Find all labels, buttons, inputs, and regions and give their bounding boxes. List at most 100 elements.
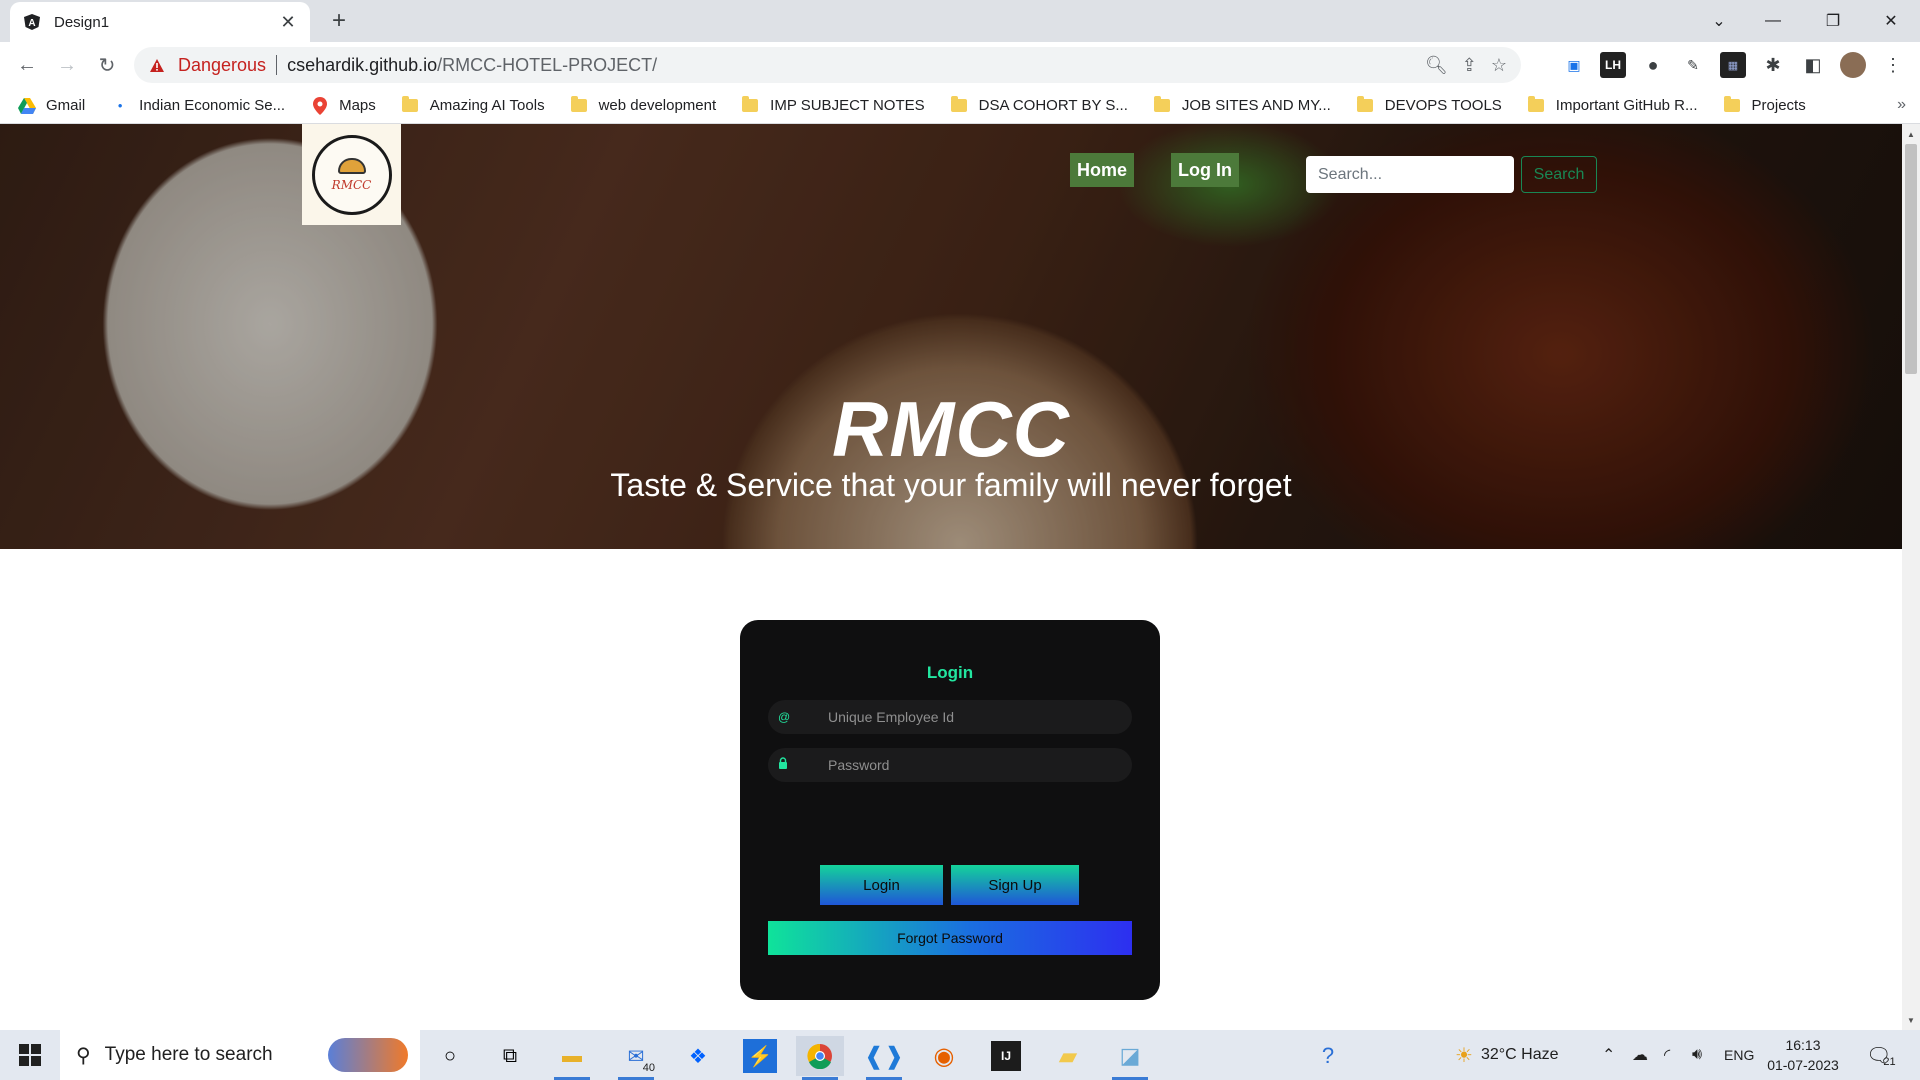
bookmark-folder-ai-tools[interactable]: Amazing AI Tools bbox=[401, 96, 545, 114]
password-input[interactable] bbox=[828, 757, 1108, 773]
site-search-input[interactable] bbox=[1306, 156, 1514, 193]
powershell-icon[interactable]: ⚡ bbox=[743, 1039, 777, 1073]
employee-id-input[interactable] bbox=[828, 709, 1108, 725]
screen-capture-extension-icon[interactable]: ▣ bbox=[1561, 52, 1587, 78]
search-icon: ⚲ bbox=[76, 1044, 91, 1067]
dropbox-icon[interactable]: ❖ bbox=[674, 1036, 722, 1076]
notifications-icon[interactable]: 🗨 21 bbox=[1866, 1030, 1896, 1080]
bookmark-folder-subject-notes[interactable]: IMP SUBJECT NOTES bbox=[742, 96, 925, 114]
forward-icon[interactable]: → bbox=[52, 50, 82, 80]
url-path: /RMCC-HOTEL-PROJECT/ bbox=[437, 54, 658, 75]
page-viewport: RMCC Home Log In Search RMCC Taste & Ser… bbox=[0, 124, 1902, 1030]
search-highlight-image bbox=[328, 1038, 408, 1072]
cortana-icon[interactable]: ○ bbox=[426, 1036, 474, 1076]
page-scrollbar[interactable]: ▲ ▼ bbox=[1902, 124, 1920, 1030]
bookmark-folder-github[interactable]: Important GitHub R... bbox=[1527, 96, 1698, 114]
help-icon[interactable]: ? bbox=[1304, 1036, 1352, 1076]
weather-text: 32°C Haze bbox=[1480, 1046, 1559, 1063]
firefox-icon[interactable]: ◉ bbox=[920, 1036, 968, 1076]
bookmark-label: Gmail bbox=[46, 97, 86, 114]
hero-title: RMCC bbox=[832, 385, 1070, 473]
bookmark-maps[interactable]: Maps bbox=[311, 96, 376, 115]
extensions-puzzle-icon[interactable]: ✱ bbox=[1760, 52, 1786, 78]
bookmark-label: web development bbox=[598, 97, 717, 114]
folder-icon bbox=[1527, 96, 1544, 112]
system-clock[interactable]: 16:13 01-07-2023 bbox=[1766, 1035, 1840, 1075]
chrome-menu-icon[interactable]: ⋮ bbox=[1880, 52, 1906, 78]
login-submit-button[interactable]: Login bbox=[820, 865, 943, 905]
windows-start-icon[interactable] bbox=[0, 1030, 60, 1080]
lighthouse-extension-icon[interactable]: LH bbox=[1600, 52, 1626, 78]
bookmark-label: Projects bbox=[1751, 97, 1806, 114]
address-bar[interactable]: Dangerous csehardik.github.io /RMCC-HOTE… bbox=[134, 47, 1521, 83]
mail-badge: 40 bbox=[639, 1062, 658, 1074]
site-logo[interactable]: RMCC bbox=[302, 124, 401, 225]
profile-avatar[interactable] bbox=[1840, 52, 1866, 78]
bookmark-folder-devops[interactable]: DEVOPS TOOLS bbox=[1356, 96, 1502, 114]
scroll-up-arrow-icon[interactable]: ▲ bbox=[1902, 126, 1920, 142]
snipping-tool-icon[interactable]: ◪ bbox=[1106, 1036, 1154, 1080]
bookmark-folder-job-sites[interactable]: JOB SITES AND MY... bbox=[1153, 96, 1331, 114]
share-icon[interactable]: ⇪ bbox=[1462, 55, 1477, 76]
scroll-thumb[interactable] bbox=[1905, 144, 1917, 374]
signup-button[interactable]: Sign Up bbox=[951, 865, 1079, 905]
employee-id-field[interactable]: @ bbox=[768, 700, 1132, 734]
file-explorer-icon[interactable]: ▬ bbox=[548, 1036, 596, 1080]
bookmark-gmail[interactable]: Gmail bbox=[18, 97, 85, 115]
weather-haze-icon: ☀ bbox=[1455, 1044, 1473, 1067]
nav-home-link[interactable]: Home bbox=[1070, 153, 1135, 187]
reload-icon[interactable]: ↻ bbox=[92, 50, 122, 80]
bookmark-label: Maps bbox=[339, 97, 376, 114]
onedrive-icon[interactable]: ☁ bbox=[1632, 1030, 1648, 1080]
pen-extension-icon[interactable]: ✎ bbox=[1680, 52, 1706, 78]
sticky-notes-icon[interactable]: ▰ bbox=[1044, 1036, 1092, 1076]
browser-tab[interactable]: A Design1 ✕ bbox=[10, 2, 310, 42]
zoom-icon[interactable]: 🔍︎ bbox=[1425, 55, 1448, 76]
bookmark-label: DEVOPS TOOLS bbox=[1384, 97, 1502, 114]
clock-time: 16:13 bbox=[1785, 1037, 1821, 1053]
language-indicator[interactable]: ENG bbox=[1724, 1030, 1754, 1080]
forgot-password-button[interactable]: Forgot Password bbox=[768, 921, 1132, 955]
volume-icon[interactable]: 🔊︎ bbox=[1692, 1030, 1702, 1080]
wifi-icon[interactable]: ◜ bbox=[1664, 1030, 1670, 1080]
github-extension-icon[interactable]: ● bbox=[1640, 52, 1666, 78]
site-search-button[interactable]: Search bbox=[1521, 156, 1597, 193]
window-close-icon[interactable]: ✕ bbox=[1866, 0, 1916, 42]
new-tab-icon[interactable]: + bbox=[324, 6, 354, 36]
weather-widget[interactable]: ☀ 32°C Haze bbox=[1455, 1030, 1558, 1080]
chrome-icon[interactable] bbox=[796, 1036, 844, 1080]
bookmark-star-icon[interactable]: ☆ bbox=[1491, 55, 1507, 76]
mail-icon[interactable]: ✉ 40 bbox=[612, 1036, 660, 1080]
lock-icon bbox=[768, 757, 798, 773]
tray-overflow-icon[interactable]: ⌃ bbox=[1602, 1030, 1615, 1080]
intellij-icon[interactable]: IJ bbox=[991, 1041, 1021, 1071]
food-dish-icon bbox=[337, 157, 366, 174]
scroll-down-arrow-icon[interactable]: ▼ bbox=[1902, 1012, 1920, 1028]
side-panel-icon[interactable]: ◧ bbox=[1800, 52, 1826, 78]
maps-pin-icon bbox=[311, 96, 329, 115]
folder-icon bbox=[570, 96, 587, 112]
tab-close-icon[interactable]: ✕ bbox=[278, 12, 298, 33]
taskbar-search-placeholder: Type here to search bbox=[104, 1044, 273, 1065]
nav-login-link[interactable]: Log In bbox=[1171, 153, 1239, 187]
security-warning-label[interactable]: Dangerous bbox=[178, 55, 266, 76]
minimize-icon[interactable]: — bbox=[1748, 0, 1798, 42]
site-favicon-icon: • bbox=[117, 98, 123, 113]
bookmark-folder-dsa[interactable]: DSA COHORT BY S... bbox=[950, 96, 1128, 114]
taskbar-search-box[interactable]: ⚲ Type here to search bbox=[60, 1030, 420, 1080]
color-extension-icon[interactable]: ▦ bbox=[1720, 52, 1746, 78]
bookmark-folder-web-dev[interactable]: web development bbox=[570, 96, 717, 114]
bookmark-indian-economic[interactable]: • Indian Economic Se... bbox=[111, 97, 285, 115]
password-field[interactable] bbox=[768, 748, 1132, 782]
bookmark-label: JOB SITES AND MY... bbox=[1181, 97, 1331, 114]
bookmark-label: DSA COHORT BY S... bbox=[978, 97, 1128, 114]
bookmark-folder-projects[interactable]: Projects bbox=[1723, 96, 1806, 114]
logo-badge: RMCC bbox=[311, 134, 392, 215]
bookmarks-overflow-icon[interactable]: » bbox=[1897, 96, 1906, 114]
tab-title: Design1 bbox=[54, 13, 110, 31]
task-view-icon[interactable]: ⧉ bbox=[486, 1036, 534, 1076]
tab-search-chevron-icon[interactable]: ⌄ bbox=[1694, 0, 1744, 42]
vscode-icon[interactable]: ❰❱ bbox=[860, 1036, 908, 1080]
back-icon[interactable]: ← bbox=[12, 50, 42, 80]
restore-icon[interactable]: ❐ bbox=[1808, 0, 1858, 42]
